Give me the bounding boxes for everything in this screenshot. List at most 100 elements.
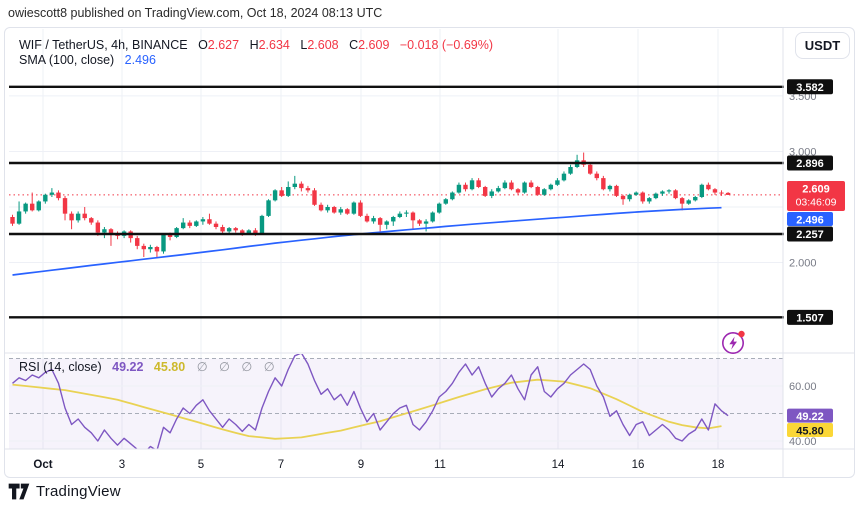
level-price-label: 1.507 [787, 309, 833, 325]
candle [292, 183, 297, 187]
candle [286, 187, 291, 196]
candle [29, 203, 35, 211]
candle [627, 194, 632, 200]
candle [62, 198, 68, 214]
time-axis-label: 11 [434, 459, 446, 471]
candle [200, 219, 206, 222]
sma-legend-label: SMA (100, close) [19, 53, 115, 67]
candle [417, 220, 422, 224]
candle [338, 209, 343, 213]
currency-toggle-button[interactable]: USDT [795, 32, 850, 59]
candle [607, 185, 613, 190]
candle [719, 192, 724, 194]
candle [102, 229, 107, 233]
current-price-label: 2.60903:46:09 [787, 181, 845, 211]
rsi-legend[interactable]: RSI (14, close) 49.22 45.80 ∅ ∅ ∅ ∅ [19, 360, 279, 374]
candle [673, 190, 678, 199]
candle [141, 245, 146, 250]
candle [95, 222, 101, 233]
candle [279, 190, 284, 196]
candle [496, 188, 501, 192]
candle [502, 182, 508, 189]
candle [358, 202, 363, 216]
svg-text:2.609: 2.609 [802, 184, 830, 196]
tradingview-logo[interactable]: TradingView [8, 483, 121, 500]
rsi-legend-value: 49.22 [112, 360, 144, 374]
candle [699, 184, 705, 197]
candle [555, 180, 560, 185]
sma-legend[interactable]: SMA (100, close) 2.496 [19, 53, 156, 67]
candle [614, 185, 619, 196]
candle [174, 228, 179, 237]
candle [325, 207, 330, 211]
candle [180, 222, 186, 229]
candle [476, 180, 481, 187]
candle [679, 198, 685, 204]
candle [588, 164, 593, 174]
candle [601, 178, 606, 190]
candle [56, 192, 61, 199]
flash-ideas-button[interactable] [719, 328, 749, 356]
candle [82, 213, 87, 219]
rsi-axis-label: 40.00 [789, 436, 817, 448]
candle [345, 209, 350, 214]
svg-text:49.22: 49.22 [796, 411, 824, 423]
lightning-icon [722, 330, 745, 354]
candle [568, 167, 573, 174]
candle [725, 192, 731, 195]
candle [49, 192, 55, 195]
candle [666, 190, 672, 192]
candle [633, 192, 639, 195]
candle [535, 187, 540, 195]
candle [148, 247, 153, 250]
candle [522, 182, 527, 193]
time-axis-label: 9 [358, 459, 364, 471]
time-axis-label: 18 [712, 459, 725, 471]
candle [220, 227, 225, 232]
attribution: owiescott8 published on TradingView.com,… [8, 6, 383, 20]
candle [75, 213, 81, 221]
candle [686, 200, 691, 204]
svg-text:2.496: 2.496 [796, 215, 824, 227]
symbol-legend[interactable]: WIF / TetherUS, 4h, BINANCE O2.627 H2.63… [19, 38, 493, 52]
candle [404, 212, 409, 214]
candle [135, 238, 140, 246]
candle [561, 173, 567, 181]
candle [397, 213, 403, 217]
candle [233, 228, 238, 231]
time-axis[interactable] [5, 449, 855, 478]
candle [259, 215, 265, 234]
svg-text:03:46:09: 03:46:09 [796, 197, 837, 209]
candle [213, 223, 219, 227]
candle [226, 228, 232, 232]
candle [318, 204, 324, 211]
candle [69, 213, 74, 221]
candle [312, 190, 317, 205]
svg-text:2.896: 2.896 [796, 158, 824, 170]
candle [456, 184, 462, 193]
time-axis-label: 14 [552, 459, 565, 471]
candle [43, 194, 48, 202]
candle [443, 199, 448, 204]
rsi-value-label: 49.22 [787, 408, 833, 423]
rsi-empty-values: ∅ ∅ ∅ ∅ [196, 360, 279, 374]
candle [384, 221, 389, 225]
candle [364, 215, 370, 222]
tradingview-logo-icon [8, 483, 30, 500]
candle [594, 173, 599, 179]
sma-legend-value: 2.496 [124, 53, 156, 67]
time-axis-label: 3 [119, 459, 125, 471]
candle [161, 234, 166, 252]
candle [36, 201, 41, 211]
time-axis-label: 7 [278, 459, 284, 471]
candle [515, 189, 521, 193]
time-axis-label: 5 [198, 459, 204, 471]
candle [16, 211, 22, 224]
price-axis-label: 2.000 [789, 258, 817, 270]
candle [482, 187, 488, 196]
candle [154, 247, 160, 252]
candle [187, 222, 192, 226]
candle [391, 217, 396, 222]
candle [371, 218, 376, 222]
ohlc-open: O2.627 [198, 38, 240, 52]
